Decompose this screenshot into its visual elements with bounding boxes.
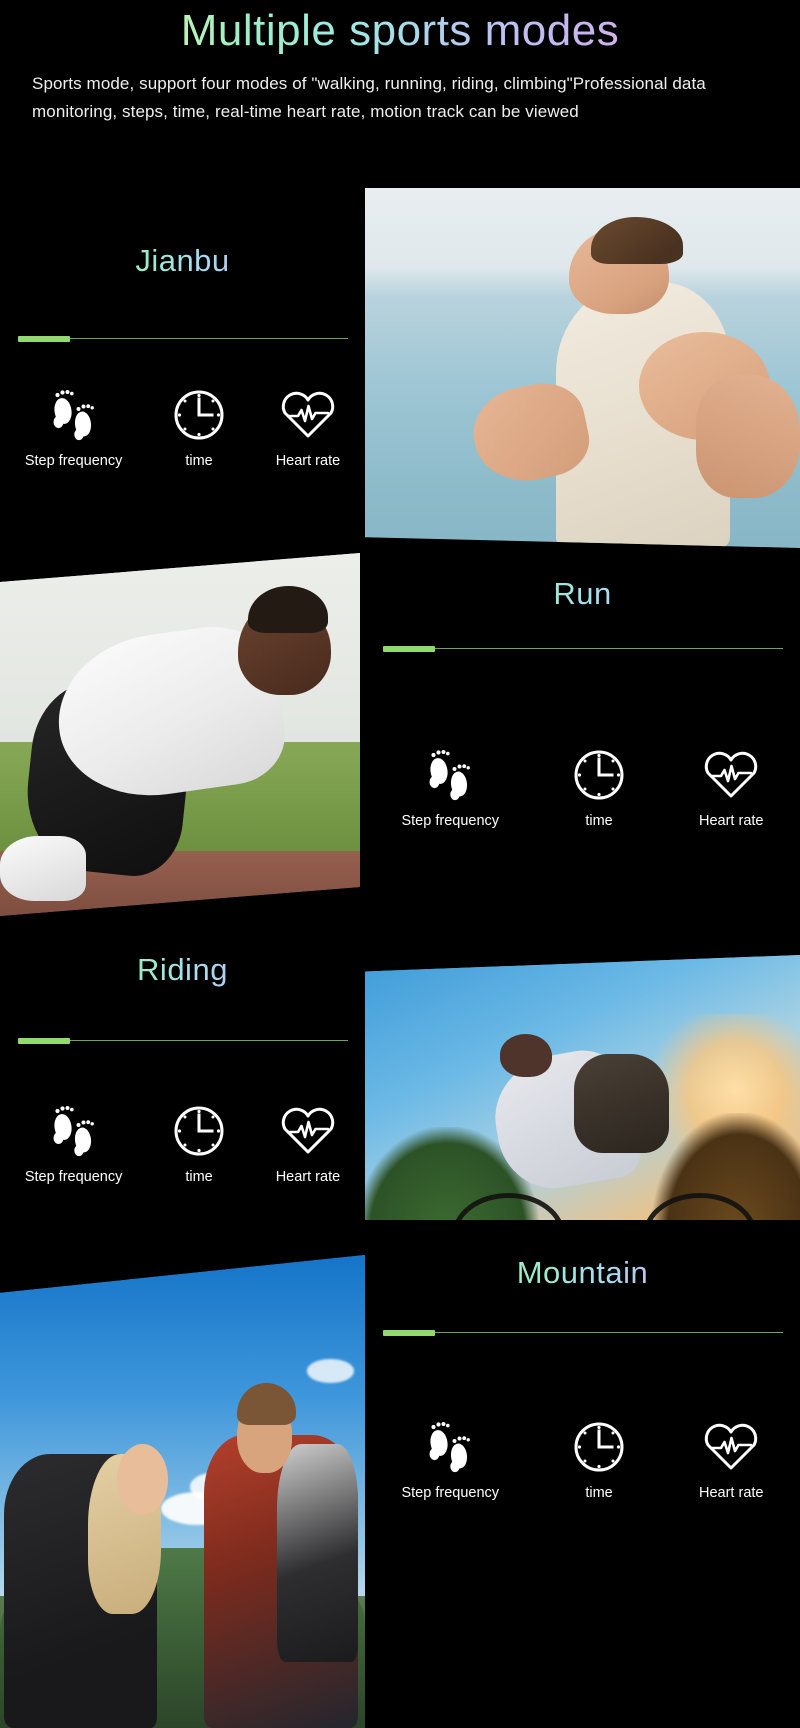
heart-rate-icon	[280, 384, 336, 442]
metric-heart-rate[interactable]: Heart rate	[699, 1416, 763, 1501]
clock-icon	[172, 1100, 226, 1158]
metric-heart-rate[interactable]: Heart rate	[699, 744, 763, 829]
metric-label: Heart rate	[699, 1485, 764, 1501]
metric-step-frequency[interactable]: Step frequency	[401, 744, 499, 829]
page-header: Multiple sports modes Sports mode, suppo…	[0, 0, 800, 180]
metric-row-run: Step frequency time Heart rate	[365, 744, 800, 829]
metric-row-riding: Step frequency time Heart rate	[0, 1100, 365, 1185]
section-panel-jianbu: Jianbu Step frequency time Heart rate	[0, 188, 365, 548]
section-accent-rule-mountain	[383, 1330, 783, 1336]
metric-time[interactable]: time	[572, 744, 626, 829]
section-title-jianbu: Jianbu	[0, 243, 365, 279]
metric-row-jianbu: Step frequency time Heart rate	[0, 384, 365, 469]
page-description: Sports mode, support four modes of "walk…	[32, 74, 706, 122]
section-title-run: Run	[365, 576, 800, 612]
heart-rate-icon	[280, 1100, 336, 1158]
metric-time[interactable]: time	[172, 384, 226, 469]
metric-step-frequency[interactable]: Step frequency	[401, 1416, 499, 1501]
section-title-riding: Riding	[0, 952, 365, 988]
metric-step-frequency[interactable]: Step frequency	[24, 384, 123, 469]
metric-label: Step frequency	[24, 1169, 123, 1185]
metric-label: time	[185, 1169, 213, 1185]
metric-time[interactable]: time	[172, 1100, 226, 1185]
footprints-icon	[47, 1100, 101, 1158]
metric-heart-rate[interactable]: Heart rate	[276, 1100, 340, 1185]
section-panel-run: Run Step frequency time Heart rate	[365, 548, 800, 916]
clock-icon	[572, 1416, 626, 1474]
clock-icon	[172, 384, 226, 442]
metric-label: time	[585, 813, 613, 829]
metric-time[interactable]: time	[572, 1416, 626, 1501]
footprints-icon	[423, 744, 477, 802]
section-photo-mountain	[0, 1255, 365, 1728]
footprints-icon	[423, 1416, 477, 1474]
metric-label: Step frequency	[401, 1485, 500, 1501]
section-title-mountain: Mountain	[365, 1255, 800, 1291]
section-accent-rule-riding	[18, 1038, 348, 1044]
section-photo-run	[0, 553, 360, 916]
metric-row-mountain: Step frequency time Heart rate	[365, 1416, 800, 1501]
page-title: Multiple sports modes	[0, 6, 800, 56]
metric-label: time	[585, 1485, 613, 1501]
clock-icon	[572, 744, 626, 802]
heart-rate-icon	[703, 1416, 759, 1474]
metric-heart-rate[interactable]: Heart rate	[276, 384, 340, 469]
metric-label: Heart rate	[275, 1169, 341, 1185]
section-panel-mountain: Mountain Step frequency time Heart rate	[365, 1220, 800, 1728]
metric-label: Step frequency	[401, 813, 500, 829]
metric-label: Heart rate	[699, 813, 764, 829]
section-panel-riding: Riding Step frequency time Heart rate	[0, 920, 365, 1285]
metric-label: time	[185, 453, 213, 469]
section-accent-rule-run	[383, 646, 783, 652]
section-photo-jianbu	[365, 188, 800, 548]
sports-modes-page: Multiple sports modes Sports mode, suppo…	[0, 0, 800, 1728]
metric-label: Step frequency	[24, 453, 123, 469]
metric-label: Heart rate	[275, 453, 341, 469]
section-accent-rule-jianbu	[18, 336, 348, 342]
footprints-icon	[47, 384, 101, 442]
heart-rate-icon	[703, 744, 759, 802]
metric-step-frequency[interactable]: Step frequency	[24, 1100, 123, 1185]
